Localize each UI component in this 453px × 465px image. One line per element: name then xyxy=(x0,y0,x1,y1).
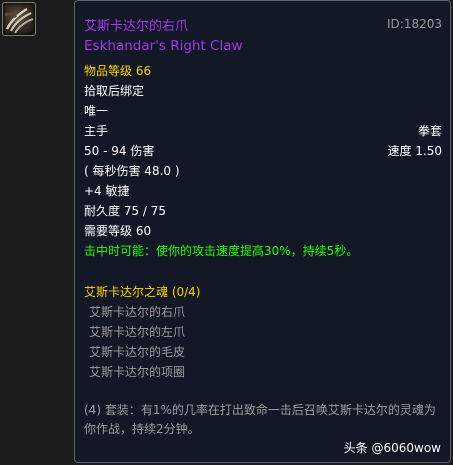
unique-tag: 唯一 xyxy=(84,104,109,118)
item-name-en: Eskhandar's Right Claw xyxy=(84,38,243,54)
bind-type: 拾取后绑定 xyxy=(84,84,145,98)
weapon-type: 拳套 xyxy=(417,124,442,138)
chance-on-hit: 击中时可能：使你的攻击速度提高30%，持续5秒。 xyxy=(84,244,359,258)
item-name-cn: 艾斯卡达尔的右爪 xyxy=(84,19,189,34)
item-tooltip: ID:18203 艾斯卡达尔的右爪 Eskhandar's Right Claw… xyxy=(74,0,451,463)
dps-value: ( 每秒伤害 48.0 ) xyxy=(84,164,180,178)
claw-icon[interactable] xyxy=(2,2,36,36)
claw-icon-art xyxy=(4,7,34,34)
watermark: 头条 @6060wow xyxy=(343,441,441,455)
set-piece[interactable]: 艾斯卡达尔的右爪 xyxy=(89,303,442,320)
agility-stat: +4 敏捷 xyxy=(84,184,130,198)
screen: ID:18203 艾斯卡达尔的右爪 Eskhandar's Right Claw… xyxy=(0,0,453,465)
set-bonus: (4) 套装：有1%的几率在打出致命一击后召唤艾斯卡达尔的灵魂为你作战，持续2分… xyxy=(84,403,436,436)
set-piece[interactable]: 艾斯卡达尔的毛皮 xyxy=(89,343,442,360)
weapon-speed: 速度 1.50 xyxy=(387,144,442,158)
damage-row: 50 - 94 伤害 速度 1.50 xyxy=(84,142,442,159)
slot-row: 主手 拳套 xyxy=(84,122,442,139)
set-piece[interactable]: 艾斯卡达尔的项圈 xyxy=(89,363,442,380)
set-name[interactable]: 艾斯卡达尔之魂 (0/4) xyxy=(84,283,442,300)
set-piece[interactable]: 艾斯卡达尔的左爪 xyxy=(89,323,442,340)
item-level: 物品等级 66 xyxy=(84,64,152,78)
durability: 耐久度 75 / 75 xyxy=(84,204,167,218)
damage-range: 50 - 94 伤害 xyxy=(84,144,155,158)
required-level: 需要等级 60 xyxy=(84,224,152,238)
slot-label: 主手 xyxy=(84,124,109,138)
